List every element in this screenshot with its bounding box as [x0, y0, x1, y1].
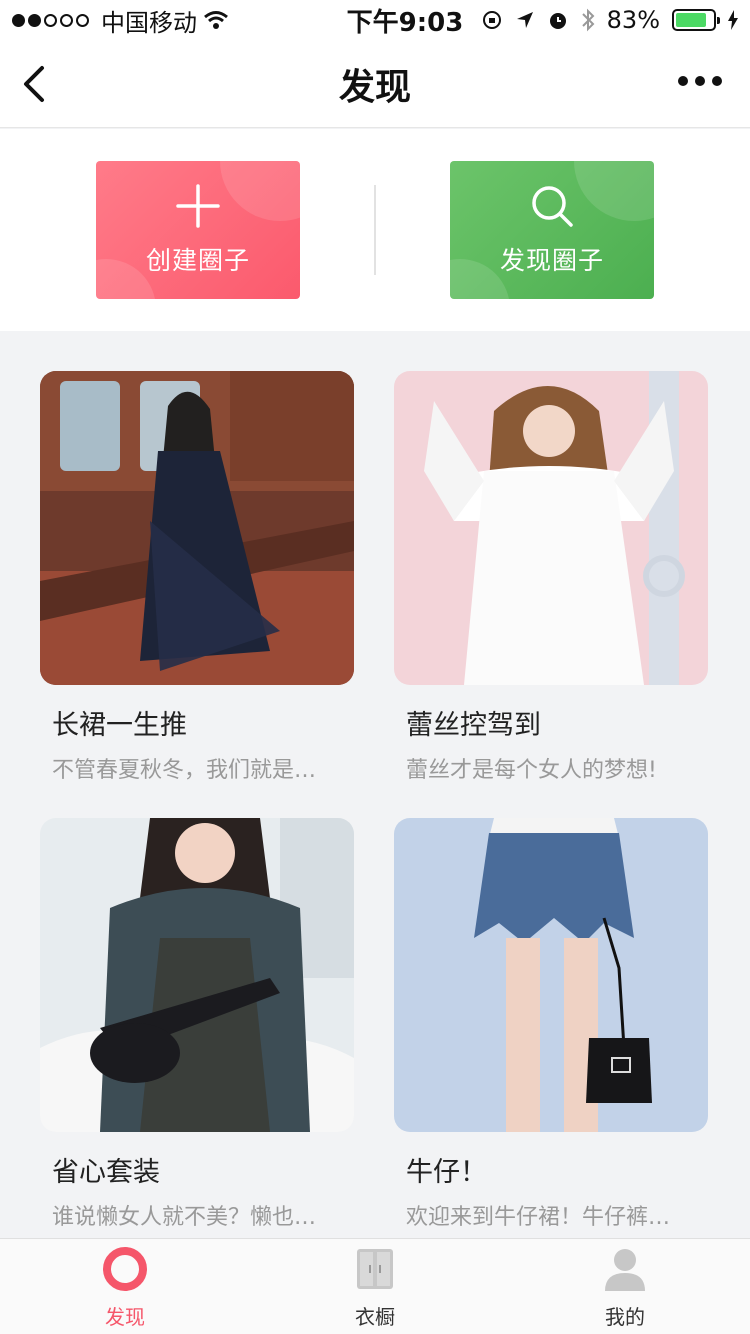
- carrier-name: 中国移动: [101, 8, 197, 37]
- location-icon: [516, 12, 533, 28]
- discover-circle-button[interactable]: 发现圈子: [450, 161, 654, 299]
- user-icon: [605, 1249, 645, 1291]
- alarm-icon: [549, 13, 566, 29]
- discover-ring-icon: [103, 1247, 147, 1291]
- rotation-lock-icon: [482, 11, 501, 29]
- create-circle-button[interactable]: 创建圈子: [96, 161, 300, 299]
- circle-card-title: 蕾丝控驾到: [406, 710, 541, 741]
- status-bar: 中国移动 下午9:03 83%: [0, 0, 750, 40]
- plus-icon: [176, 184, 220, 228]
- create-circle-label: 创建圈子: [145, 246, 250, 275]
- search-icon: [532, 186, 573, 227]
- circle-card-image: [394, 818, 708, 1132]
- action-section: 创建圈子 发现圈子: [0, 129, 750, 331]
- back-arrow-icon[interactable]: [20, 64, 50, 104]
- circle-card-image: [40, 371, 354, 685]
- battery-icon: [672, 9, 720, 31]
- circle-card-description: 欢迎来到牛仔裙！牛仔裤…: [406, 1205, 671, 1230]
- tab-label: 我的: [605, 1305, 645, 1329]
- tab-discover[interactable]: 发现: [0, 1239, 250, 1334]
- tab-label: 发现: [105, 1305, 145, 1329]
- circle-card-title: 省心套装: [52, 1157, 160, 1188]
- circle-card[interactable]: 牛仔！ 欢迎来到牛仔裙！牛仔裤…: [394, 818, 708, 1231]
- wifi-icon: [204, 11, 228, 29]
- tab-label: 衣橱: [355, 1305, 395, 1329]
- tab-me[interactable]: 我的: [500, 1239, 750, 1334]
- page-title: 发现: [338, 66, 411, 108]
- more-options-icon[interactable]: [678, 76, 722, 86]
- circle-card[interactable]: 省心套装 谁说懒女人就不美？懒也…: [40, 818, 354, 1231]
- circle-card-title: 牛仔！: [406, 1157, 487, 1188]
- battery-fill: [676, 13, 706, 27]
- status-bar-right: 83%: [478, 6, 738, 34]
- circle-card-description: 不管春夏秋冬，我们就是…: [52, 758, 317, 783]
- action-divider: [374, 185, 376, 275]
- tab-bar: 发现 衣橱 我的: [0, 1238, 750, 1334]
- charging-icon: [728, 10, 738, 30]
- circle-card-image: [40, 818, 354, 1132]
- tab-wardrobe[interactable]: 衣橱: [250, 1239, 500, 1334]
- signal-strength-icon: [12, 13, 89, 27]
- status-bar-left: 中国移动: [12, 3, 292, 38]
- circle-card-title: 长裙一生推: [52, 710, 187, 741]
- discover-circle-label: 发现圈子: [499, 246, 604, 275]
- circle-card-description: 谁说懒女人就不美？懒也…: [52, 1205, 317, 1230]
- battery-percent: 83%: [606, 6, 660, 34]
- circle-card-description: 蕾丝才是每个女人的梦想!: [406, 758, 657, 783]
- circle-card[interactable]: 长裙一生推 不管春夏秋冬，我们就是…: [40, 371, 354, 784]
- status-time: 下午9:03: [346, 7, 464, 38]
- nav-bar: 发现: [0, 40, 750, 128]
- bluetooth-icon: [581, 8, 595, 32]
- wardrobe-icon: [357, 1249, 393, 1289]
- circle-card-image: [394, 371, 708, 685]
- circle-card[interactable]: 蕾丝控驾到 蕾丝才是每个女人的梦想!: [394, 371, 708, 784]
